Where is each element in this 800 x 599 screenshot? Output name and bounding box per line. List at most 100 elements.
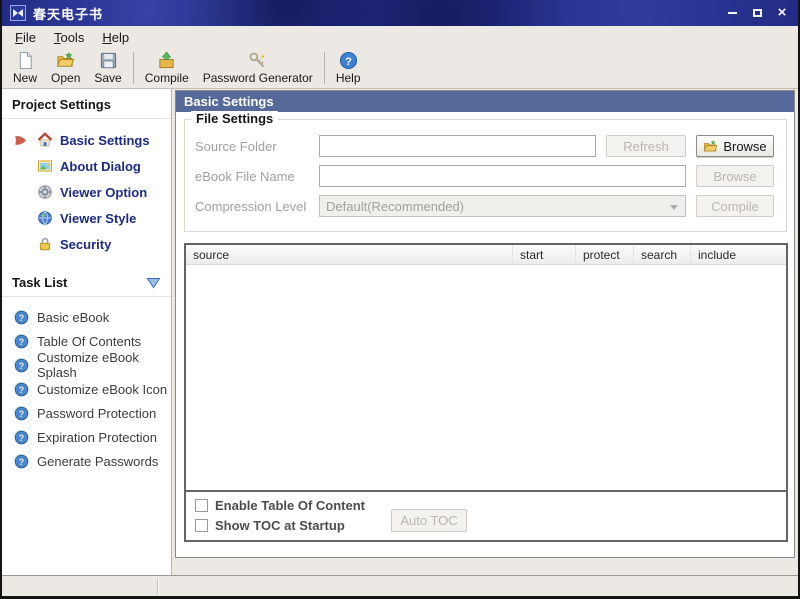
column-header-start[interactable]: start (513, 245, 576, 264)
question-ball-icon: ? (14, 406, 29, 421)
lock-icon (37, 236, 53, 252)
password-generator-button[interactable]: Password Generator (196, 50, 320, 86)
svg-text:?: ? (19, 360, 24, 370)
status-bar-divider (157, 579, 158, 594)
globe-icon (37, 210, 53, 226)
compile-action-button[interactable]: Compile (696, 195, 774, 217)
enable-toc-row: Enable Table Of Content (195, 498, 365, 513)
sidebar-item-about-dialog[interactable]: About Dialog (2, 153, 171, 179)
enable-toc-checkbox[interactable] (195, 499, 208, 512)
show-toc-checkbox[interactable] (195, 519, 208, 532)
compression-level-select[interactable]: Default(Recommended) (319, 195, 686, 217)
source-folder-row: Source Folder Refresh Browse (185, 135, 786, 157)
task-list-header: Task List (2, 267, 171, 297)
app-window: 春天电子书 × File Tools Help New Open Save Co… (0, 0, 800, 599)
main-area: Basic Settings File Settings Source Fold… (172, 89, 798, 575)
compression-level-row: Compression Level Default(Recommended) C… (185, 195, 786, 217)
sidebar: Project Settings Basic Settings About Di… (2, 89, 172, 575)
chevron-down-icon (670, 205, 678, 210)
menu-help[interactable]: Help (93, 28, 138, 47)
sidebar-item-basic-settings[interactable]: Basic Settings (2, 127, 171, 153)
toolbar-separator (324, 52, 325, 84)
svg-text:?: ? (19, 408, 24, 418)
close-button[interactable]: × (774, 6, 790, 20)
sidebar-item-viewer-style[interactable]: Viewer Style (2, 205, 171, 231)
save-icon (99, 51, 118, 70)
svg-text:?: ? (345, 56, 352, 68)
open-folder-icon (56, 51, 75, 70)
new-button[interactable]: New (6, 50, 44, 86)
file-settings-group: File Settings Source Folder Refresh Brow… (184, 119, 787, 232)
sidebar-item-security[interactable]: Security (2, 231, 171, 257)
gear-icon (37, 184, 53, 200)
sidebar-item-viewer-option[interactable]: Viewer Option (2, 179, 171, 205)
app-icon (10, 5, 26, 21)
home-icon (37, 132, 53, 148)
project-settings-list: Basic Settings About Dialog Viewer Optio… (2, 119, 171, 267)
task-item-basic-ebook[interactable]: ? Basic eBook (2, 305, 171, 329)
task-item-customize-ebook-icon[interactable]: ? Customize eBook Icon (2, 377, 171, 401)
enable-toc-label: Enable Table Of Content (215, 498, 365, 513)
project-settings-header: Project Settings (2, 89, 171, 119)
help-icon: ? (339, 51, 358, 70)
picture-icon (37, 158, 53, 174)
column-header-protect[interactable]: protect (576, 245, 634, 264)
table-body-empty[interactable] (186, 265, 786, 492)
column-header-source[interactable]: source (186, 245, 513, 264)
column-header-include[interactable]: include (691, 245, 786, 264)
svg-text:?: ? (19, 432, 24, 442)
content-area: Project Settings Basic Settings About Di… (2, 89, 798, 575)
group-title: File Settings (191, 111, 278, 126)
task-item-password-protection[interactable]: ? Password Protection (2, 401, 171, 425)
question-ball-icon: ? (14, 454, 29, 469)
question-ball-icon: ? (14, 382, 29, 397)
triangle-down-icon[interactable] (146, 277, 161, 289)
show-toc-row: Show TOC at Startup (195, 518, 345, 533)
title-bar: 春天电子书 × (2, 0, 798, 26)
menu-file[interactable]: File (6, 28, 45, 47)
browse-ebook-button[interactable]: Browse (696, 165, 774, 187)
window-title: 春天电子书 (33, 4, 103, 23)
status-bar (2, 575, 798, 596)
svg-text:?: ? (19, 312, 24, 322)
auto-toc-button[interactable]: Auto TOC (391, 509, 467, 532)
ebook-file-name-row: eBook File Name Browse (185, 165, 786, 187)
maximize-button[interactable] (749, 6, 765, 20)
table-header: source start protect search include (186, 245, 786, 265)
panel-header: Basic Settings (176, 91, 794, 112)
question-ball-icon: ? (14, 334, 29, 349)
ebook-file-name-label: eBook File Name (195, 169, 295, 184)
toc-options: Enable Table Of Content Show TOC at Star… (186, 492, 786, 540)
question-ball-icon: ? (14, 430, 29, 445)
task-item-customize-ebook-splash[interactable]: ? Customize eBook Splash (2, 353, 171, 377)
task-item-expiration-protection[interactable]: ? Expiration Protection (2, 425, 171, 449)
task-list: ? Basic eBook ? Table Of Contents ? Cust… (2, 297, 171, 481)
toolbar-separator (133, 52, 134, 84)
selection-arrow-icon (13, 134, 28, 147)
source-folder-label: Source Folder (195, 139, 277, 154)
ebook-file-name-input[interactable] (319, 165, 686, 187)
basic-settings-panel: Basic Settings File Settings Source Fold… (175, 90, 795, 558)
task-item-generate-passwords[interactable]: ? Generate Passwords (2, 449, 171, 473)
show-toc-label: Show TOC at Startup (215, 518, 345, 533)
compile-package-icon (157, 51, 176, 70)
key-icon (248, 51, 267, 70)
column-header-search[interactable]: search (634, 245, 691, 264)
browse-folder-icon (703, 139, 718, 154)
new-document-icon (16, 51, 35, 70)
save-button[interactable]: Save (87, 50, 128, 86)
menu-bar: File Tools Help (2, 26, 798, 48)
svg-text:?: ? (19, 336, 24, 346)
help-button[interactable]: ? Help (329, 50, 368, 86)
browse-source-button[interactable]: Browse (696, 135, 774, 157)
menu-tools[interactable]: Tools (45, 28, 93, 47)
source-folder-input[interactable] (319, 135, 596, 157)
source-table: source start protect search include Enab… (184, 243, 788, 542)
svg-text:?: ? (19, 384, 24, 394)
compression-level-label: Compression Level (195, 199, 306, 214)
compile-button[interactable]: Compile (138, 50, 196, 86)
open-button[interactable]: Open (44, 50, 87, 86)
refresh-button[interactable]: Refresh (606, 135, 686, 157)
minimize-button[interactable] (724, 6, 740, 20)
toolbar: New Open Save Compile Password Generator… (2, 48, 798, 89)
